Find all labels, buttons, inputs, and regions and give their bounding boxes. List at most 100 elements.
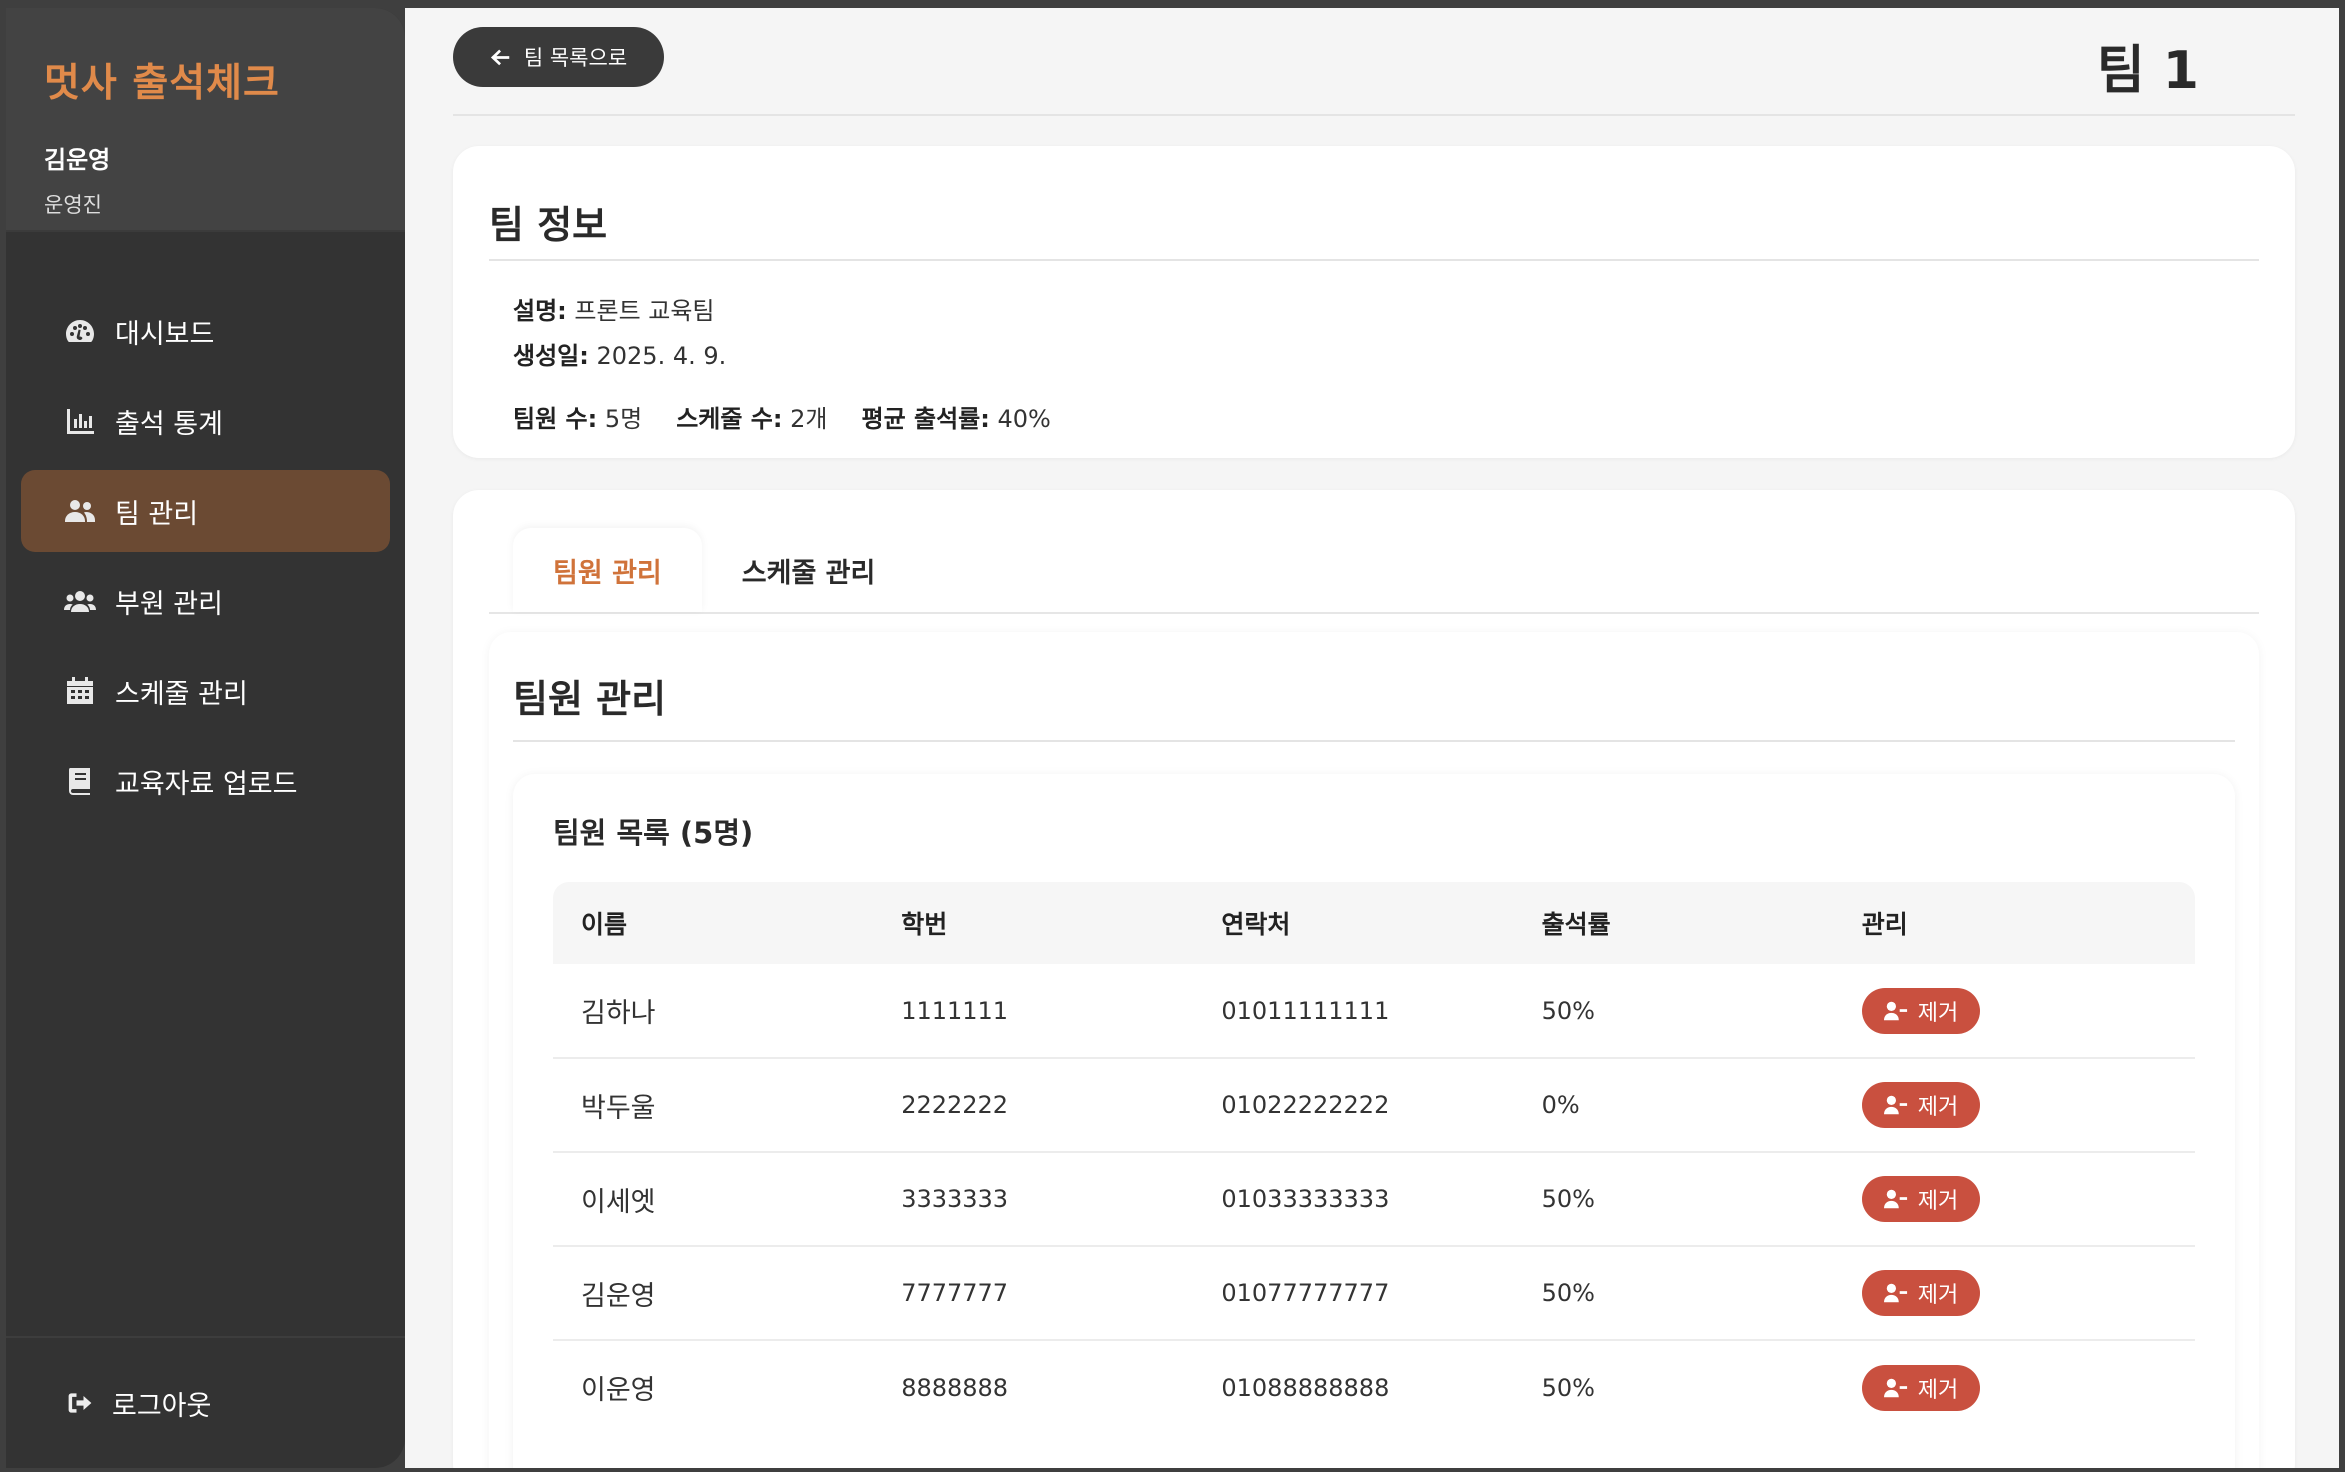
sidebar-item-label: 스케줄 관리 — [115, 678, 248, 710]
member-phone: 01011111111 — [1193, 964, 1514, 1059]
member-phone: 01088888888 — [1221, 1373, 1390, 1402]
member-name: 이운영 — [581, 1375, 656, 1406]
remove-member-button[interactable]: 제거 — [1861, 1364, 1981, 1411]
tab-bar: 팀원 관리 스케줄 관리 — [489, 490, 2259, 614]
member-phone: 01077777777 — [1193, 1246, 1514, 1341]
app-window: 멋사 출석체크 김운영 운영진 대시보드 출석 통계 팀 관리 부원 관리 스케… — [0, 0, 2345, 1472]
dashboard-icon — [63, 314, 97, 348]
member-list-title: 팀원 목록 (5명) — [553, 816, 754, 850]
remove-member-button[interactable]: 제거 — [1861, 1270, 1981, 1316]
description-label: 설명: — [513, 297, 567, 325]
table-row: 이세엣 3333333 01033333333 50% 제거 — [553, 1152, 2195, 1247]
schedule-count-stat: 스케줄 수: 2개 — [676, 399, 827, 434]
table-row: 김운영 7777777 01077777777 50% 제거 — [553, 1246, 2195, 1341]
member-student-id: 7777777 — [873, 1246, 1194, 1341]
remove-label: 제거 — [1917, 1095, 1959, 1120]
column-header-student-id: 학번 — [873, 882, 1194, 964]
tab-schedule-management[interactable]: 스케줄 관리 — [702, 528, 916, 612]
member-actions: 제거 — [1833, 1152, 2195, 1247]
remove-member-button[interactable]: 제거 — [1861, 987, 1981, 1034]
schedule-count-value: 2개 — [790, 405, 828, 433]
management-card: 팀원 관리 스케줄 관리 팀원 관리 팀원 목록 (5명) 이름 학번 연락처 … — [453, 490, 2295, 1468]
remove-member-button[interactable]: 제거 — [1861, 1176, 1981, 1222]
team-stats: 팀원 수: 5명 스케줄 수: 2개 평균 출석률: 40% — [513, 399, 2259, 434]
calendar-icon — [63, 674, 97, 708]
topbar: 팀 목록으로 팀 1 — [453, 8, 2295, 116]
remove-label: 제거 — [1917, 1000, 1959, 1026]
member-actions: 제거 — [1833, 1246, 2195, 1341]
member-attendance-rate: 50% — [1513, 1246, 1834, 1341]
column-header-name: 이름 — [553, 882, 874, 964]
sidebar-header: 멋사 출석체크 김운영 운영진 — [6, 8, 405, 232]
member-count-stat: 팀원 수: 5명 — [513, 399, 642, 434]
member-table: 이름 학번 연락처 출석률 관리 김하나 1111111 01011111111… — [553, 882, 2195, 1434]
member-name: 이세엣 — [553, 1152, 874, 1247]
logout-button[interactable]: 로그아웃 — [6, 1336, 405, 1468]
back-to-team-list-button[interactable]: 팀 목록으로 — [453, 27, 664, 87]
back-button-label: 팀 목록으로 — [523, 46, 628, 70]
member-student-id: 2222222 — [873, 1058, 1194, 1153]
section-heading: 팀원 관리 — [513, 632, 2235, 742]
member-phone: 01022222222 — [1193, 1058, 1514, 1153]
sidebar: 멋사 출석체크 김운영 운영진 대시보드 출석 통계 팀 관리 부원 관리 스케… — [6, 8, 405, 1468]
member-student-id: 1111111 — [873, 964, 1194, 1059]
brand-title: 멋사 출석체크 — [44, 61, 280, 106]
member-attendance-rate: 50% — [1513, 1152, 1834, 1247]
member-list-panel: 팀원 목록 (5명) 이름 학번 연락처 출석률 관리 김하나 1111111 … — [513, 774, 2235, 1468]
member-count-label: 팀원 수: — [513, 405, 598, 433]
arrow-left-icon — [490, 49, 510, 66]
member-actions: 제거 — [1834, 1340, 2195, 1434]
sidebar-item-dashboard[interactable]: 대시보드 — [21, 290, 390, 372]
column-header-attendance: 출석률 — [1513, 882, 1834, 964]
member-name: 김운영 — [553, 1246, 874, 1341]
avg-attendance-value: 40% — [997, 405, 1051, 433]
description-value: 프론트 교육팀 — [574, 297, 715, 325]
user-minus-icon — [1883, 1378, 1907, 1397]
user-role: 운영진 — [44, 193, 102, 217]
users-icon — [63, 494, 97, 528]
member-student-id: 3333333 — [873, 1152, 1194, 1247]
member-attendance-rate: 50% — [1541, 1373, 1595, 1402]
sidebar-item-label: 팀 관리 — [115, 498, 199, 530]
sidebar-item-material-upload[interactable]: 교육자료 업로드 — [21, 740, 390, 822]
member-attendance-rate: 0% — [1513, 1058, 1834, 1153]
user-minus-icon — [1883, 1001, 1907, 1020]
remove-label: 제거 — [1917, 1283, 1959, 1308]
schedule-count-label: 스케줄 수: — [676, 405, 783, 433]
sidebar-item-label: 출석 통계 — [115, 408, 223, 440]
sidebar-item-schedule-management[interactable]: 스케줄 관리 — [21, 650, 390, 732]
remove-label: 제거 — [1917, 1189, 1959, 1214]
member-student-id: 8888888 — [901, 1373, 1009, 1402]
member-attendance-rate: 50% — [1513, 964, 1834, 1059]
sidebar-nav: 대시보드 출석 통계 팀 관리 부원 관리 스케줄 관리 교육자료 업로드 — [6, 232, 405, 1336]
table-header-row: 이름 학번 연락처 출석률 관리 — [553, 882, 2195, 964]
member-name: 박두울 — [553, 1058, 874, 1153]
remove-member-button[interactable]: 제거 — [1861, 1082, 1981, 1128]
column-header-contact: 연락처 — [1193, 882, 1514, 964]
sidebar-item-label: 부원 관리 — [115, 588, 223, 620]
column-header-manage: 관리 — [1833, 882, 2195, 964]
description-line: 설명: 프론트 교육팀 — [513, 291, 2259, 326]
avg-attendance-label: 평균 출석률: — [861, 405, 990, 433]
main-content: 팀 목록으로 팀 1 팀 정보 설명: 프론트 교육팀 생성일: 2025. 4… — [405, 8, 2339, 1468]
tab-member-management[interactable]: 팀원 관리 — [513, 528, 702, 612]
logout-icon — [68, 1393, 92, 1413]
sidebar-item-team-management[interactable]: 팀 관리 — [21, 470, 390, 552]
user-minus-icon — [1883, 1283, 1907, 1303]
table-row: 김하나 1111111 01011111111 50% 제거 — [553, 964, 2195, 1059]
user-minus-icon — [1883, 1189, 1907, 1209]
table-row: 박두울 2222222 01022222222 0% 제거 — [553, 1058, 2195, 1153]
avg-attendance-stat: 평균 출석률: 40% — [861, 399, 1050, 434]
sidebar-item-member-management[interactable]: 부원 관리 — [21, 560, 390, 642]
user-minus-icon — [1883, 1095, 1907, 1115]
member-count-value: 5명 — [604, 405, 643, 433]
sidebar-item-label: 교육자료 업로드 — [115, 768, 298, 800]
member-actions: 제거 — [1833, 1058, 2195, 1153]
table-row: 이운영 8888888 01088888888 50% 제거 — [553, 1340, 2195, 1434]
created-date-label: 생성일: — [513, 342, 589, 370]
sidebar-item-attendance-stats[interactable]: 출석 통계 — [21, 380, 390, 462]
team-info-heading: 팀 정보 — [489, 146, 2259, 261]
user-name: 김운영 — [44, 146, 111, 174]
team-info-card: 팀 정보 설명: 프론트 교육팀 생성일: 2025. 4. 9. 팀원 수: … — [453, 146, 2295, 458]
book-icon — [63, 764, 97, 798]
